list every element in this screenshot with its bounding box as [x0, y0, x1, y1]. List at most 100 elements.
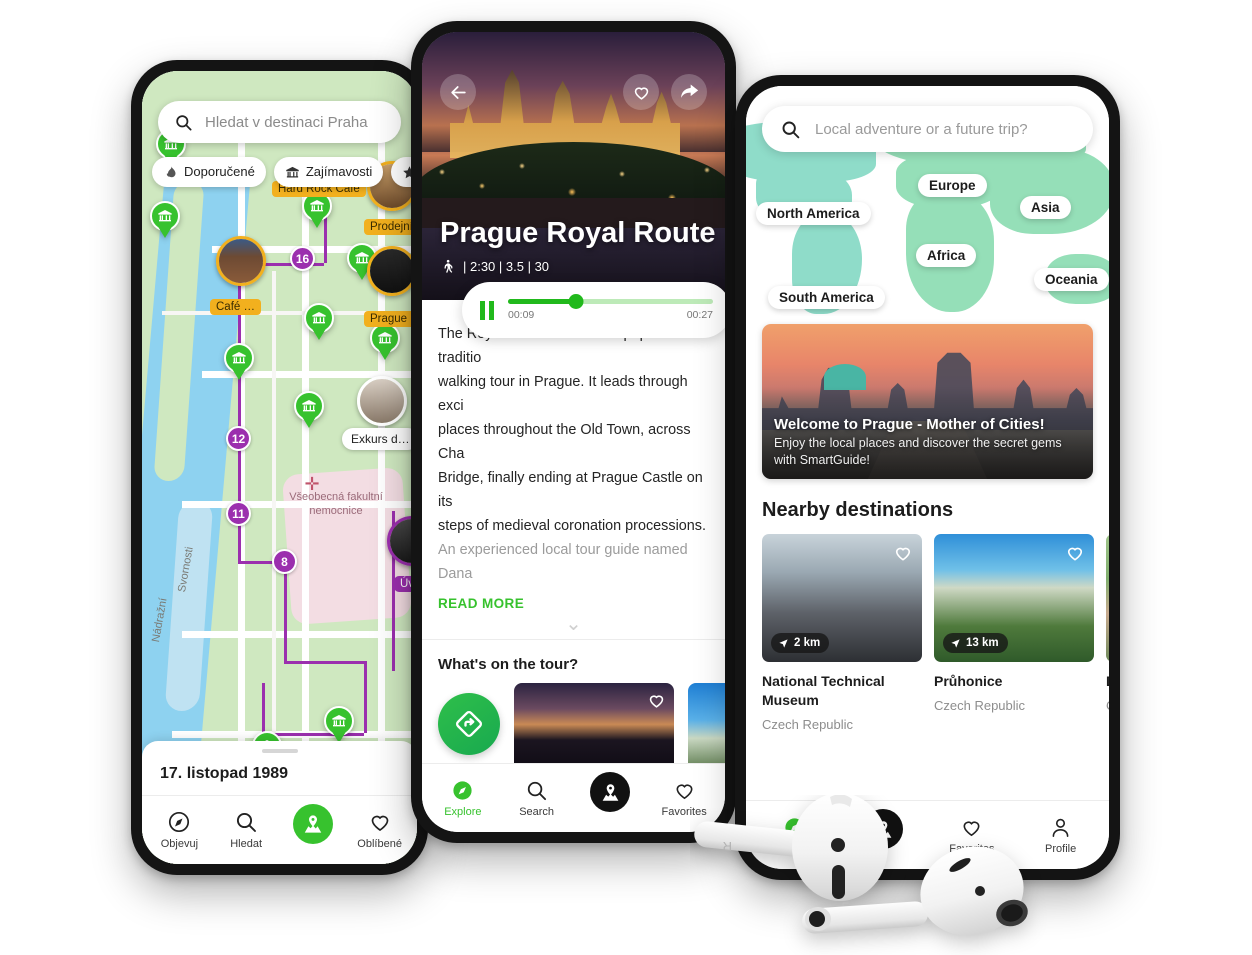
nav-label: Search	[519, 806, 555, 818]
description-line: walking tour in Prague. It leads through…	[438, 374, 688, 414]
nav-item-map-fab[interactable]	[574, 772, 648, 818]
wireless-earbuds: R ⌐	[694, 795, 1028, 936]
nearby-destinations-row: 2 km National Technical Museum Czech Rep…	[746, 534, 1109, 732]
bottom-sheet[interactable]: 17. listopad 1989 Objevuj Hledat Oblíben…	[142, 741, 417, 864]
route-stop-badge[interactable]: 8	[272, 549, 297, 574]
landmass-asia	[990, 148, 1109, 234]
map-photo-pin-prague-fest[interactable]	[367, 246, 417, 296]
promo-banner[interactable]: Welcome to Prague - Mother of Cities! En…	[762, 324, 1093, 479]
heart-icon[interactable]	[647, 691, 666, 710]
description-line: Bridge, finally ending at Prague Castle …	[438, 470, 703, 510]
chip-zajimavosti[interactable]: Zajímavosti	[273, 157, 384, 187]
map-pin-fab-icon[interactable]	[292, 804, 333, 844]
nav-label: Oblíbené	[357, 838, 402, 850]
destination-image: 13 km	[934, 534, 1094, 662]
share-button[interactable]	[671, 74, 707, 110]
bottom-navigation-container: Explore Search Favorites	[422, 763, 725, 832]
progress-knob[interactable]	[568, 294, 584, 310]
compass-icon	[453, 781, 472, 800]
description-line-faded: An experienced local tour guide named Da…	[438, 542, 688, 582]
museum-icon	[286, 166, 299, 177]
route-path	[284, 561, 287, 661]
map-pin-museum[interactable]	[150, 201, 180, 239]
route-path	[364, 661, 367, 733]
chip-label: Doporučené	[184, 165, 255, 179]
map-pin-museum[interactable]	[324, 706, 354, 744]
continent-chip-oceania[interactable]: Oceania	[1034, 268, 1109, 291]
nav-item-map-fab[interactable]	[280, 804, 347, 850]
phone-explore: North America South America Europe Afric…	[735, 75, 1120, 880]
search-icon	[176, 114, 192, 130]
map-label-prodejni[interactable]: Prodejní g…	[364, 219, 417, 235]
read-more-link[interactable]: READ MORE	[422, 586, 725, 611]
world-map[interactable]: North America South America Europe Afric…	[746, 86, 1109, 316]
nav-item-oblibene[interactable]: Oblíbené	[346, 810, 413, 850]
heart-icon[interactable]	[1065, 543, 1085, 563]
continent-chip-europe[interactable]: Europe	[918, 174, 987, 197]
continent-chip-south-america[interactable]: South America	[768, 286, 885, 309]
search-input[interactable]: Local adventure or a future trip?	[762, 106, 1093, 152]
current-time: 00:09	[508, 308, 535, 321]
phone2-screen: Prague Royal Route | 2:30 | 3.5 | 30 00:…	[422, 32, 725, 832]
map-pin-museum[interactable]	[304, 303, 334, 341]
nav-item-search[interactable]: Search	[500, 779, 574, 818]
description-line: steps of medieval coronation processions…	[438, 518, 706, 534]
map-label-cafe[interactable]: Café …	[210, 299, 261, 315]
continent-chip-asia[interactable]: Asia	[1020, 196, 1071, 219]
route-stop-badge[interactable]: 11	[226, 501, 251, 526]
audio-progress-slider[interactable]: 00:09 00:27	[508, 294, 713, 321]
favorite-button[interactable]	[623, 74, 659, 110]
map-pin-museum[interactable]	[224, 343, 254, 381]
chip-doporucene[interactable]: Doporučené	[152, 157, 266, 187]
map-photo-pin-exkurs[interactable]	[357, 376, 407, 426]
continent-chip-north-america[interactable]: North America	[756, 202, 871, 225]
search-placeholder: Hledat v destinaci Praha	[205, 113, 368, 131]
tour-description: The Royal Route is the most popular trad…	[422, 300, 725, 586]
navigate-icon	[779, 638, 788, 648]
walking-icon	[444, 259, 453, 273]
map-label-prague-fest[interactable]: Prague Fe…	[364, 311, 417, 327]
map-pin-museum[interactable]	[370, 323, 400, 361]
distance-value: 2 km	[794, 637, 821, 649]
share-icon	[681, 84, 699, 98]
svg-text:⌐: ⌐	[842, 896, 849, 910]
route-stop-badge[interactable]: 16	[290, 246, 315, 271]
map-filter-chips: Doporučené Zajímavosti	[152, 157, 417, 187]
back-button[interactable]	[440, 74, 476, 110]
nav-item-objevuj[interactable]: Objevuj	[146, 810, 213, 850]
nav-item-explore[interactable]: Explore	[426, 779, 500, 818]
phone-map-czech: 16 12 11 8 Hard Rock Cafe Prodejní g… Ca…	[131, 60, 428, 875]
destination-card[interactable]: 13 km Průhonice Czech Republic	[934, 534, 1094, 732]
map-pin-fab-icon[interactable]	[590, 772, 631, 812]
navigate-icon	[951, 638, 960, 648]
phone3-screen: North America South America Europe Afric…	[746, 86, 1109, 869]
nav-item-hledat[interactable]: Hledat	[213, 810, 280, 850]
navigate-arrow-icon	[438, 693, 500, 755]
heart-icon[interactable]	[893, 543, 913, 563]
audio-player[interactable]: 00:09 00:27	[462, 282, 725, 338]
distance-badge: 13 km	[943, 633, 1008, 653]
search-icon	[237, 812, 257, 832]
route-stop-badge[interactable]: 12	[226, 426, 251, 451]
chip-label: Zajímavosti	[305, 165, 373, 179]
sheet-grabber[interactable]	[261, 749, 298, 753]
nav-label: Explore	[444, 806, 482, 818]
destination-card[interactable]: Dol Cze	[1106, 534, 1109, 732]
continent-chip-africa[interactable]: Africa	[916, 244, 977, 267]
destination-country: Czech Republic	[934, 698, 1026, 713]
phone1-screen: 16 12 11 8 Hard Rock Cafe Prodejní g… Ca…	[142, 71, 417, 864]
search-icon	[527, 781, 547, 801]
map-label-exkurs[interactable]: Exkurs d…	[342, 428, 417, 450]
map-photo-pin-cafe[interactable]	[216, 236, 266, 286]
pause-icon[interactable]	[480, 300, 494, 320]
tour-meta-text: | 2:30 | 3.5 | 30	[463, 259, 550, 274]
flame-icon	[166, 165, 176, 177]
distance-badge: 2 km	[771, 633, 830, 653]
search-input[interactable]: Hledat v destinaci Praha	[158, 101, 401, 143]
promo-subtitle: Enjoy the local places and discover the …	[774, 436, 1062, 467]
destination-card[interactable]: 2 km National Technical Museum Czech Rep…	[762, 534, 922, 732]
route-path	[262, 683, 265, 733]
tour-meta: | 2:30 | 3.5 | 30	[440, 257, 549, 276]
collapse-chevron-icon[interactable]: ⌄	[422, 611, 725, 634]
map-pin-museum[interactable]	[294, 391, 324, 429]
